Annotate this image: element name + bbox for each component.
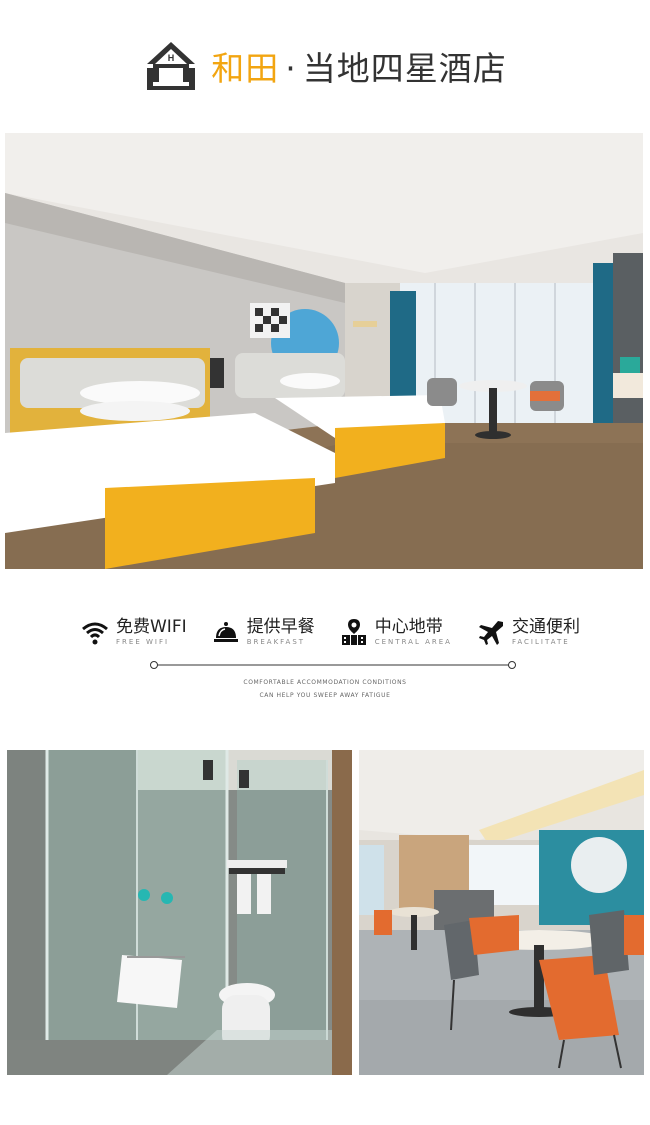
feature-list: 免费WIFI FREE WIFI 提供早餐 BREAKFAST 中心地带 CEN… — [80, 612, 580, 652]
service-bell-icon — [213, 622, 238, 642]
feature-sublabel: CENTRAL AREA — [374, 638, 452, 646]
feature-label: 中心地带 — [374, 617, 443, 637]
page-title: 和田 · 当地四星酒店 — [211, 42, 507, 90]
feature-sublabel: BREAKFAST — [246, 638, 306, 646]
feature-label: 免费WIFI — [116, 617, 187, 637]
title-city: 和田 — [211, 49, 280, 88]
wifi-icon — [82, 622, 108, 645]
divider-line — [150, 661, 516, 669]
feature-item-breakfast: 提供早餐 BREAKFAST — [211, 612, 315, 652]
feature-label: 提供早餐 — [246, 617, 315, 637]
bathroom-shower-photo — [7, 750, 352, 1075]
feature-sublabel: FACILITATE — [512, 638, 570, 646]
title-separator: · — [285, 49, 297, 88]
feature-item-transport: 交通便利 FACILITATE — [476, 612, 580, 652]
feature-label: 交通便利 — [512, 617, 580, 637]
tagline-line-2: CAN HELP YOU SWEEP AWAY FATIGUE — [259, 692, 391, 699]
airplane-icon — [479, 621, 503, 645]
hotel-house-logo-icon: H — [147, 42, 196, 90]
feature-item-wifi: 免费WIFI FREE WIFI — [80, 612, 187, 652]
dining-area-photo — [359, 750, 644, 1075]
svg-text:H: H — [168, 53, 175, 63]
hotel-twin-room-photo — [5, 133, 643, 569]
tagline-line-1: COMFORTABLE ACCOMMODATION CONDITIONS — [243, 679, 407, 686]
location-building-icon — [341, 619, 366, 645]
feature-sublabel: FREE WIFI — [116, 638, 170, 646]
title-text: 当地四星酒店 — [302, 49, 507, 88]
feature-item-central-area: 中心地带 CENTRAL AREA — [339, 612, 452, 652]
page-header: H 和田 · 当地四星酒店 — [0, 28, 650, 104]
